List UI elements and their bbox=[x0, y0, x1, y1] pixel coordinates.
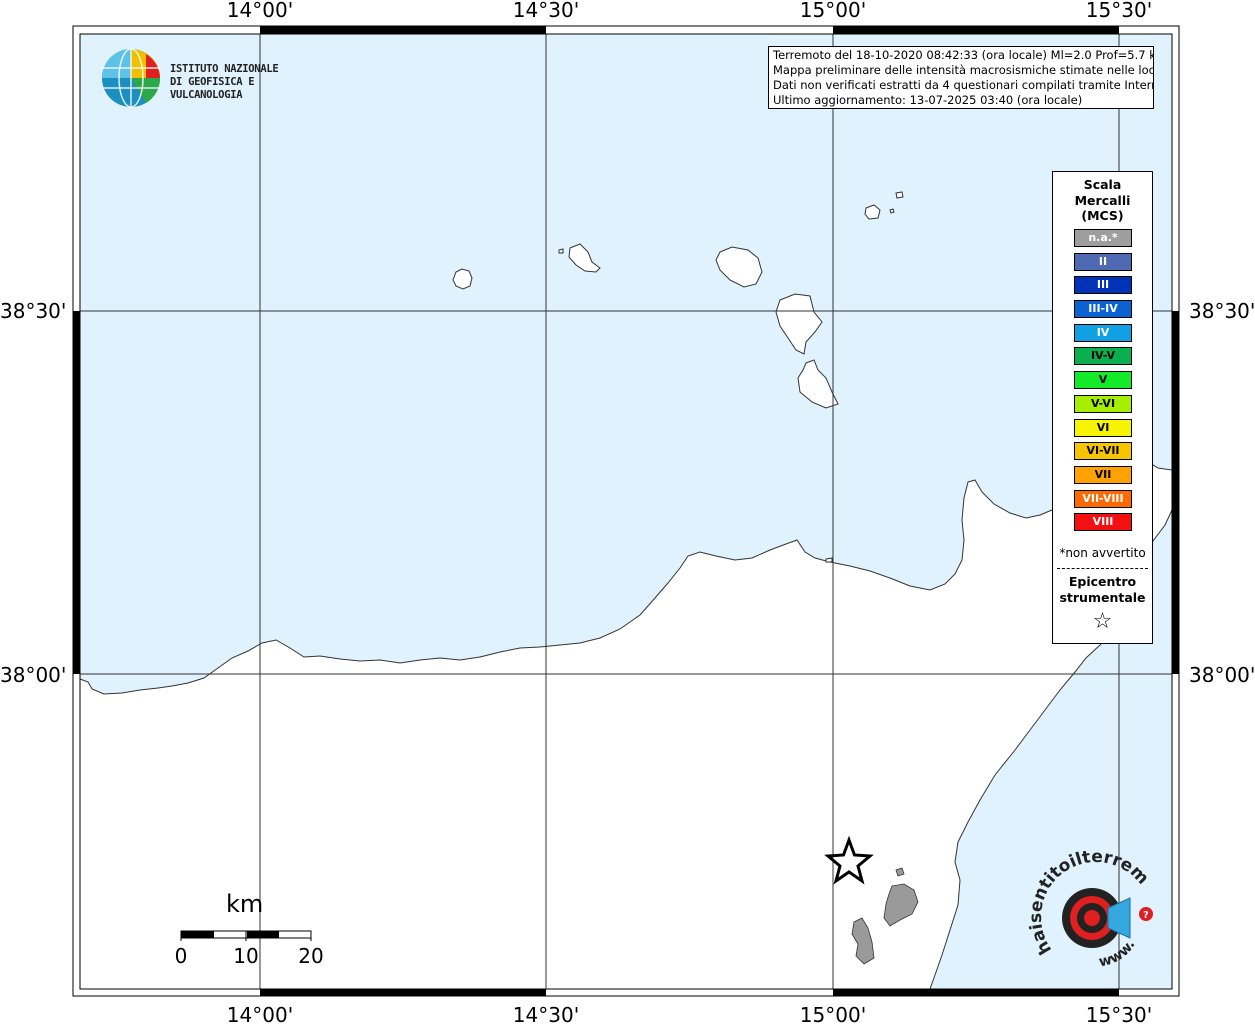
intensity-legend: Scala Mercalli (MCS) n.a.* II III III-IV IV I… bbox=[1052, 171, 1153, 644]
legend-item: V-VI bbox=[1074, 394, 1132, 413]
lon-label: 14°00' bbox=[227, 1003, 293, 1024]
legend-epicenter-line: strumentale bbox=[1059, 589, 1146, 605]
legend-title-line: Mercalli bbox=[1074, 192, 1131, 208]
event-info-line: Ultimo aggiornamento: 13-07-2025 03:40 (… bbox=[773, 93, 1083, 107]
legend-item: III-IV bbox=[1074, 300, 1132, 319]
island-stromboli bbox=[895, 191, 904, 199]
lat-labels-right: 38°30' 38°00' bbox=[1189, 299, 1255, 687]
lat-label: 38°00' bbox=[0, 663, 66, 687]
legend-item: VIII bbox=[1074, 513, 1132, 532]
legend-item: VII bbox=[1074, 465, 1132, 484]
legend-divider bbox=[1057, 568, 1148, 569]
legend-item: II bbox=[1074, 252, 1132, 271]
event-info-line: Dati non verificati estratti da 4 questi… bbox=[773, 78, 1154, 92]
lon-label: 15°00' bbox=[800, 0, 866, 22]
legend-title-line: Scala bbox=[1083, 177, 1122, 192]
lon-label: 14°00' bbox=[227, 0, 293, 22]
legend-epicenter-line: Epicentro bbox=[1068, 574, 1137, 589]
scalebar-tick: 10 bbox=[233, 944, 258, 968]
scalebar-unit: km bbox=[226, 890, 264, 918]
lat-label: 38°30' bbox=[1189, 299, 1255, 323]
islet-small-3 bbox=[825, 557, 833, 563]
legend-epicenter-title: Epicentro strumentale bbox=[1053, 574, 1152, 605]
legend-star-icon: ☆ bbox=[1092, 609, 1113, 634]
legend-item: VI bbox=[1074, 418, 1132, 437]
legend-item: IV-V bbox=[1074, 347, 1132, 366]
event-info-line: Mappa preliminare delle intensità macros… bbox=[773, 63, 1154, 77]
legend-item: IV bbox=[1074, 323, 1132, 342]
legend-item: III bbox=[1074, 276, 1132, 295]
lon-labels-bottom: 14°00' 14°30' 15°00' 15°30' bbox=[227, 1003, 1152, 1024]
ingv-name-line1: ISTITUTO NAZIONALE bbox=[170, 63, 279, 75]
legend-title: Scala Mercalli (MCS) bbox=[1053, 177, 1152, 224]
ingv-globe-icon bbox=[102, 48, 161, 108]
legend-title-line: (MCS) bbox=[1081, 208, 1124, 223]
legend-item: VII-VIII bbox=[1074, 489, 1132, 508]
lon-label: 15°30' bbox=[1086, 0, 1152, 22]
island-alicudi bbox=[452, 268, 473, 290]
legend-item: V bbox=[1074, 371, 1132, 390]
islet-small-2 bbox=[558, 248, 564, 254]
lon-label: 15°00' bbox=[800, 1003, 866, 1024]
lat-label: 38°00' bbox=[1189, 663, 1255, 687]
gray-area-3 bbox=[895, 867, 905, 877]
scalebar-tick: 20 bbox=[298, 944, 323, 968]
lon-label: 15°30' bbox=[1086, 1003, 1152, 1024]
ingv-name-line2: DI GEOFISICA E VULCANOLOGIA bbox=[170, 76, 255, 101]
lon-label: 14°30' bbox=[513, 1003, 579, 1024]
islet-small-1 bbox=[889, 208, 895, 214]
legend-item: n.a.* bbox=[1074, 229, 1132, 247]
legend-item: VI-VII bbox=[1074, 442, 1132, 461]
lat-labels-left: 38°30' 38°00' bbox=[0, 299, 66, 687]
lat-label: 38°30' bbox=[0, 299, 66, 323]
scalebar-tick: 0 bbox=[175, 944, 188, 968]
svg-text:?: ? bbox=[1143, 910, 1149, 921]
event-info-line: Terremoto del 18-10-2020 08:42:33 (ora l… bbox=[773, 48, 1154, 62]
ingv-logo: ISTITUTO NAZIONALE DI GEOFISICA E VULCAN… bbox=[100, 46, 320, 110]
legend-scale-list: n.a.* II III III-IV IV IV-V V V-VI VI VI-VII VII VI… bbox=[1074, 229, 1133, 537]
legend-not-felt-note: *non avvertito bbox=[1059, 546, 1146, 560]
ingv-name: ISTITUTO NAZIONALE DI GEOFISICA E VULCAN… bbox=[170, 63, 320, 102]
lon-label: 14°30' bbox=[513, 0, 579, 22]
lon-labels-top: 14°00' 14°30' 15°00' 15°30' bbox=[227, 0, 1152, 22]
event-info-box: Terremoto del 18-10-2020 08:42:33 (ora l… bbox=[768, 46, 1154, 109]
